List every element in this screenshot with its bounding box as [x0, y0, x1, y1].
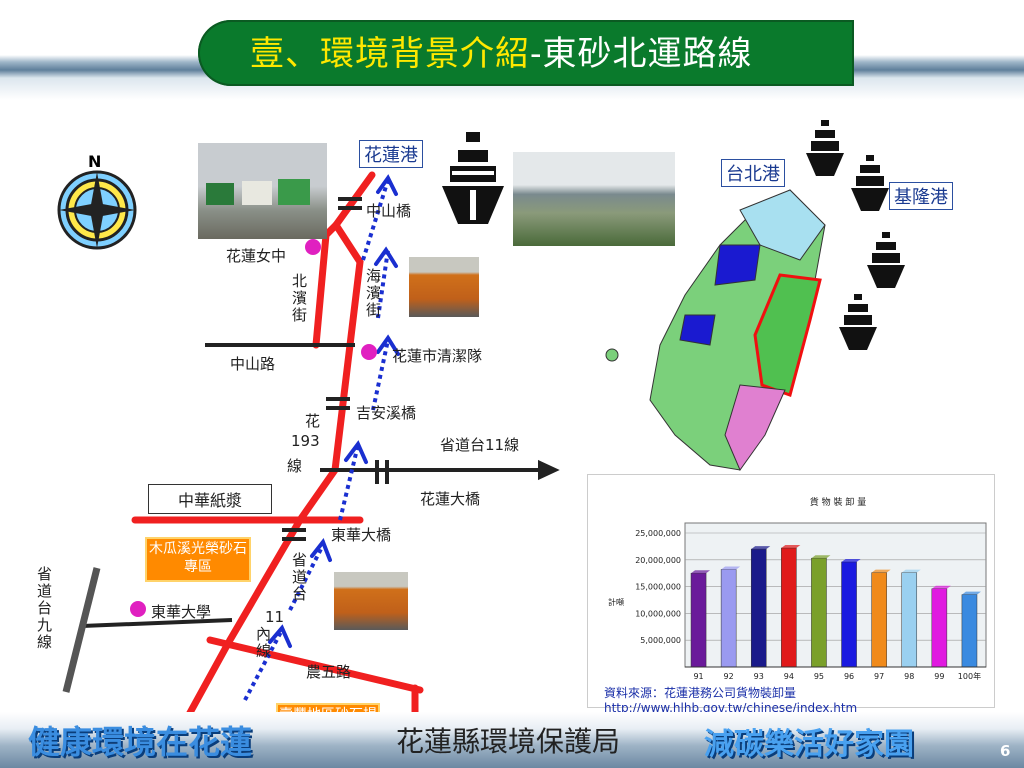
compass-icon	[57, 170, 137, 250]
trucks-photo	[198, 143, 327, 239]
bar	[720, 569, 737, 668]
compass-north-label: N	[88, 152, 102, 171]
label-zhongshan-bridge: 中山橋	[366, 202, 412, 220]
bar	[871, 572, 887, 668]
x-tick-label: 99	[934, 672, 944, 681]
x-tick-label: 97	[874, 672, 884, 681]
label-hua193-a: 花	[305, 412, 321, 430]
bar	[811, 557, 827, 668]
y-tick-label: 10,000,000	[635, 609, 681, 618]
bar	[841, 561, 857, 668]
x-tick-label: 96	[844, 672, 854, 681]
page-number: 6	[1000, 742, 1011, 760]
y-tick-label: 20,000,000	[635, 556, 681, 565]
bar	[690, 572, 707, 668]
bar	[750, 548, 767, 668]
label-hua193-b: 193	[291, 432, 320, 450]
bar	[781, 547, 797, 668]
port-label-hualien: 花蓮港	[359, 140, 423, 168]
slogan-right: 減碳樂活好家園	[704, 727, 914, 762]
label-provincial-road-11-inner-c: 內線	[254, 626, 272, 660]
slogan-left: 健康環境在花蓮	[28, 723, 253, 761]
label-beibin-street: 北濱街	[290, 273, 308, 324]
x-tick-label: 93	[754, 672, 764, 681]
y-tick-label: 5,000,000	[640, 636, 681, 645]
port-label-taipei: 台北港	[721, 159, 785, 187]
ship-icon	[839, 294, 877, 350]
agency-name: 花蓮縣環境保護局	[396, 725, 621, 758]
x-tick-label: 98	[904, 672, 914, 681]
y-tick-label: 25,000,000	[635, 529, 681, 538]
label-provincial-road-11-inner-b: 11	[265, 608, 285, 626]
label-jian-bridge: 吉安溪橋	[356, 404, 417, 422]
label-cleaning-team: 花蓮市清潔隊	[392, 347, 483, 365]
dump-truck-photo	[409, 257, 479, 317]
y-tick-label: 15,000,000	[635, 583, 681, 592]
cargo-chart: 25,000,000 20,000,000 15,000,000 10,000,000…	[608, 496, 987, 681]
x-tick-label: 95	[814, 672, 824, 681]
label-nongwu-road: 農五路	[306, 663, 352, 681]
chart-title: 貨 物 裝 卸 量	[810, 496, 866, 508]
label-zhongshan-road: 中山路	[230, 355, 276, 373]
label-girls-school: 花蓮女中	[226, 247, 287, 265]
bar	[961, 594, 978, 668]
dump-truck-photo	[334, 572, 408, 630]
label-donghua-university: 東華大學	[151, 603, 212, 621]
bar	[901, 572, 918, 668]
source-line-1: 資料來源：花蓮港務公司貨物裝卸量	[604, 686, 797, 700]
label-hualien-bridge: 花蓮大橋	[420, 490, 481, 508]
ship-icon	[851, 155, 889, 211]
label-donghua-bridge: 東華大橋	[331, 526, 392, 544]
label-haibin-street: 海濱街	[364, 268, 382, 319]
label-hua193-c: 線	[287, 457, 303, 475]
label-provincial-road-11: 省道台11線	[440, 436, 520, 454]
x-tick-label: 92	[724, 672, 734, 681]
x-tick-label: 91	[693, 672, 703, 681]
port-label-keelung: 基隆港	[889, 182, 953, 210]
label-provincial-road-11-inner-a: 省道台	[290, 552, 308, 603]
ship-icon	[442, 132, 504, 224]
label-mugua-gravel-zone: 木瓜溪光榮砂石專區	[145, 537, 251, 582]
taiwan-map	[605, 189, 826, 472]
y-axis-label: 計噸	[608, 597, 624, 607]
x-tick-label: 100年	[958, 671, 981, 681]
bar	[931, 588, 948, 668]
ship-icon	[806, 120, 844, 176]
ship-icon	[867, 232, 905, 288]
x-tick-label: 94	[784, 672, 794, 681]
label-provincial-road-9: 省道台九線	[35, 566, 53, 651]
label-paper-mill: 中華紙漿	[148, 484, 272, 514]
